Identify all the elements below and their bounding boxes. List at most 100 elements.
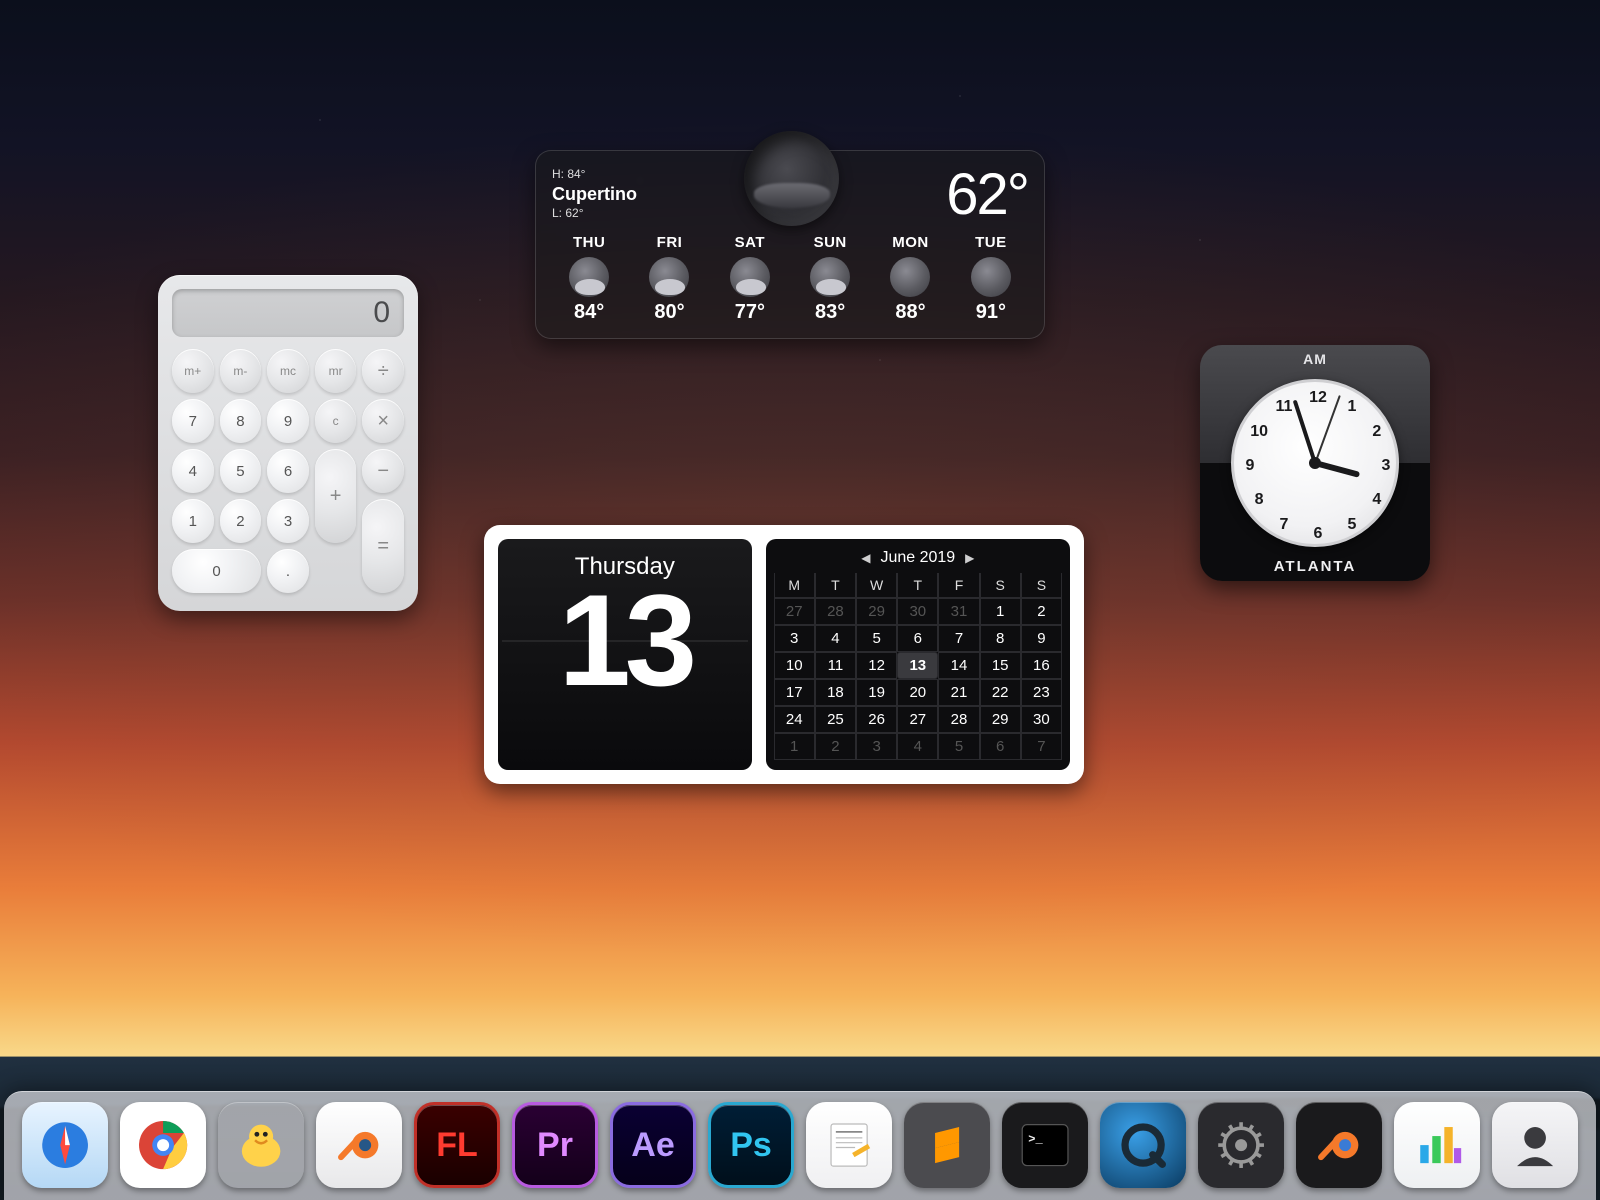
calculator-widget[interactable]: 0 m+ m- mc mr ÷ 7 8 9 c × 4 5 6 + − 1 2 … xyxy=(158,275,418,611)
calendar-cell[interactable]: 18 xyxy=(815,679,856,706)
key-1[interactable]: 1 xyxy=(172,499,214,543)
calendar-cell[interactable]: 13 xyxy=(897,652,938,679)
key-subtract[interactable]: − xyxy=(362,449,404,493)
key-clear[interactable]: c xyxy=(315,399,357,443)
calendar-cell[interactable]: 2 xyxy=(1021,598,1062,625)
key-5[interactable]: 5 xyxy=(220,449,262,493)
clock-pivot xyxy=(1309,457,1321,469)
calendar-cell[interactable]: 1 xyxy=(774,733,815,760)
key-9[interactable]: 9 xyxy=(267,399,309,443)
calendar-cell[interactable]: 6 xyxy=(980,733,1021,760)
dock-app-numbers[interactable] xyxy=(1394,1102,1480,1188)
weather-widget[interactable]: H: 84° Cupertino L: 62° 62° THU84°FRI80°… xyxy=(535,150,1045,339)
dock-app-terminal[interactable]: >_ xyxy=(1002,1102,1088,1188)
calendar-cell[interactable]: 11 xyxy=(815,652,856,679)
calendar-cell[interactable]: 4 xyxy=(815,625,856,652)
dock-app-sublime[interactable] xyxy=(904,1102,990,1188)
calendar-cell[interactable]: 28 xyxy=(938,706,979,733)
calendar-cell[interactable]: 4 xyxy=(897,733,938,760)
clock-numeral: 6 xyxy=(1306,525,1330,543)
calendar-cell[interactable]: 22 xyxy=(980,679,1021,706)
dock-app-blender2[interactable] xyxy=(1296,1102,1382,1188)
clock-widget[interactable]: AM ATLANTA 121234567891011 xyxy=(1200,345,1430,581)
weather-forecast-row: THU84°FRI80°SAT77°SUN83°MON88°TUE91° xyxy=(552,234,1028,324)
calendar-cell[interactable]: 30 xyxy=(897,598,938,625)
dock-app-safari[interactable] xyxy=(22,1102,108,1188)
key-4[interactable]: 4 xyxy=(172,449,214,493)
calendar-cell[interactable]: 27 xyxy=(774,598,815,625)
calendar-cell[interactable]: 14 xyxy=(938,652,979,679)
calendar-prev-month[interactable]: ◀ xyxy=(861,551,870,565)
desktop-wallpaper: 0 m+ m- mc mr ÷ 7 8 9 c × 4 5 6 + − 1 2 … xyxy=(0,0,1600,1200)
calendar-cell[interactable]: 20 xyxy=(897,679,938,706)
calendar-next-month[interactable]: ▶ xyxy=(965,551,974,565)
weather-day: FRI80° xyxy=(632,234,706,324)
calendar-cell[interactable]: 23 xyxy=(1021,679,1062,706)
weather-city: Cupertino xyxy=(552,183,637,206)
key-add[interactable]: + xyxy=(315,449,357,543)
calendar-cell[interactable]: 8 xyxy=(980,625,1021,652)
key-mr[interactable]: mr xyxy=(315,349,357,393)
calendar-cell[interactable]: 21 xyxy=(938,679,979,706)
calendar-cell[interactable]: 7 xyxy=(1021,733,1062,760)
key-decimal[interactable]: . xyxy=(267,549,309,593)
calendar-cell[interactable]: 7 xyxy=(938,625,979,652)
key-mc[interactable]: mc xyxy=(267,349,309,393)
key-8[interactable]: 8 xyxy=(220,399,262,443)
calendar-widget[interactable]: Thursday 13 ◀ June 2019 ▶ MTWTFSS2728293… xyxy=(484,525,1084,784)
calendar-cell[interactable]: 29 xyxy=(856,598,897,625)
calendar-cell[interactable]: 24 xyxy=(774,706,815,733)
key-0[interactable]: 0 xyxy=(172,549,261,593)
dock-app-premiere[interactable]: Pr xyxy=(512,1102,598,1188)
calendar-cell[interactable]: 3 xyxy=(774,625,815,652)
key-mminus[interactable]: m- xyxy=(220,349,262,393)
calendar-cell[interactable]: 2 xyxy=(815,733,856,760)
weather-day-label: TUE xyxy=(954,234,1028,251)
calendar-grid: MTWTFSS272829303112345678910111213141516… xyxy=(774,573,1062,760)
calendar-cell[interactable]: 31 xyxy=(938,598,979,625)
calendar-cell[interactable]: 19 xyxy=(856,679,897,706)
dock-app-blender[interactable] xyxy=(316,1102,402,1188)
dock-app-contact[interactable] xyxy=(1492,1102,1578,1188)
dock-app-textedit[interactable] xyxy=(806,1102,892,1188)
weather-day-temp: 91° xyxy=(954,301,1028,324)
key-7[interactable]: 7 xyxy=(172,399,214,443)
key-mplus[interactable]: m+ xyxy=(172,349,214,393)
calendar-cell[interactable]: 25 xyxy=(815,706,856,733)
clock-numeral: 3 xyxy=(1374,457,1398,475)
calendar-cell[interactable]: 12 xyxy=(856,652,897,679)
calendar-cell[interactable]: 28 xyxy=(815,598,856,625)
weather-day: SAT77° xyxy=(713,234,787,324)
calendar-cell[interactable]: 5 xyxy=(856,625,897,652)
dock-app-settings[interactable] xyxy=(1198,1102,1284,1188)
calendar-cell[interactable]: 27 xyxy=(897,706,938,733)
key-equals[interactable]: = xyxy=(362,499,404,593)
calendar-cell[interactable]: 17 xyxy=(774,679,815,706)
dock-app-quicktime[interactable] xyxy=(1100,1102,1186,1188)
dock-app-photoshop[interactable]: Ps xyxy=(708,1102,794,1188)
calendar-cell[interactable]: 10 xyxy=(774,652,815,679)
dock-app-cyberduck[interactable] xyxy=(218,1102,304,1188)
key-2[interactable]: 2 xyxy=(220,499,262,543)
calendar-cell[interactable]: 9 xyxy=(1021,625,1062,652)
weather-day-icon xyxy=(569,257,609,297)
dock-app-aftereffects[interactable]: Ae xyxy=(610,1102,696,1188)
calendar-cell[interactable]: 3 xyxy=(856,733,897,760)
calendar-cell[interactable]: 6 xyxy=(897,625,938,652)
calculator-keypad: m+ m- mc mr ÷ 7 8 9 c × 4 5 6 + − 1 2 3 … xyxy=(172,349,404,593)
dock-app-chrome[interactable] xyxy=(120,1102,206,1188)
calendar-cell[interactable]: 15 xyxy=(980,652,1021,679)
weather-day-icon xyxy=(730,257,770,297)
calendar-cell[interactable]: 5 xyxy=(938,733,979,760)
calendar-cell[interactable]: 16 xyxy=(1021,652,1062,679)
calendar-cell[interactable]: 30 xyxy=(1021,706,1062,733)
key-divide[interactable]: ÷ xyxy=(362,349,404,393)
calendar-cell[interactable]: 1 xyxy=(980,598,1021,625)
clock-numeral: 7 xyxy=(1272,516,1296,534)
calendar-cell[interactable]: 26 xyxy=(856,706,897,733)
key-6[interactable]: 6 xyxy=(267,449,309,493)
key-multiply[interactable]: × xyxy=(362,399,404,443)
calendar-cell[interactable]: 29 xyxy=(980,706,1021,733)
dock-app-flash[interactable]: FL xyxy=(414,1102,500,1188)
key-3[interactable]: 3 xyxy=(267,499,309,543)
